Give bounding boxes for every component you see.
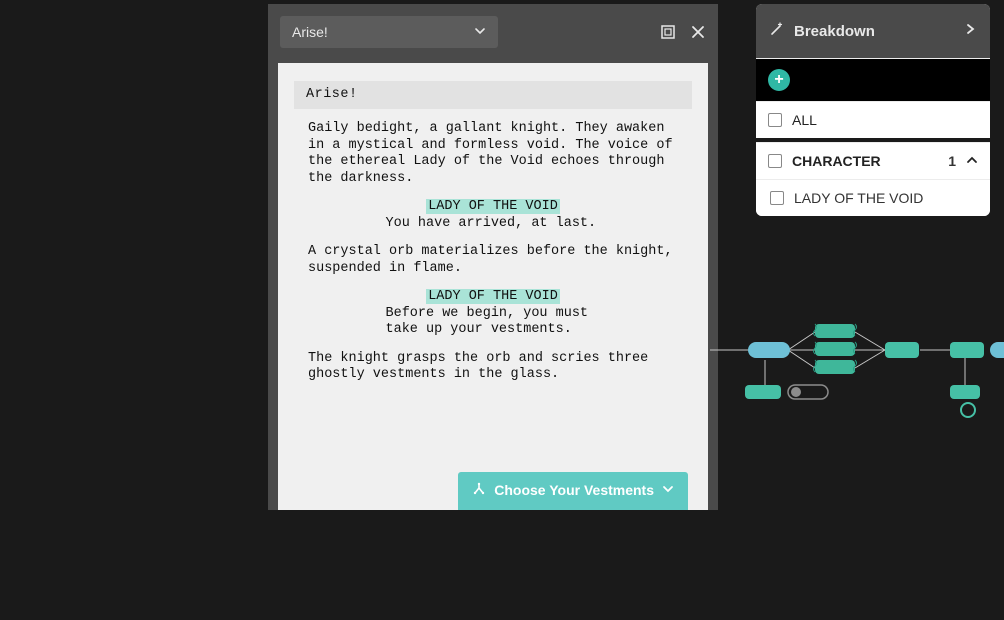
breakdown-category-row[interactable]: CHARACTER 1 bbox=[756, 142, 990, 179]
checkbox[interactable] bbox=[768, 154, 782, 168]
action-block: Gaily bedight, a gallant knight. They aw… bbox=[308, 121, 678, 187]
choose-vestments-button[interactable]: Choose Your Vestments bbox=[458, 472, 688, 510]
add-button[interactable]: + bbox=[768, 69, 790, 91]
breakdown-panel: Breakdown + ALL CHARACTER 1 LADY OF THE … bbox=[756, 4, 990, 216]
script-editor-panel: Arise! Arise! Gaily bedight, a gallant k… bbox=[268, 4, 718, 510]
branch-icon bbox=[472, 482, 486, 500]
breakdown-add-row: + bbox=[756, 58, 990, 101]
editor-header: Arise! bbox=[268, 4, 718, 59]
chevron-down-icon bbox=[662, 482, 674, 499]
character-highlight: LADY OF THE VOID bbox=[426, 289, 560, 304]
scene-selector[interactable]: Arise! bbox=[280, 16, 498, 48]
breakdown-item-label: LADY OF THE VOID bbox=[794, 190, 923, 206]
wand-icon bbox=[770, 22, 784, 40]
close-icon[interactable] bbox=[690, 24, 706, 40]
script-title: Arise! bbox=[294, 81, 692, 109]
breakdown-all-row[interactable]: ALL bbox=[756, 101, 990, 138]
chevron-down-icon bbox=[474, 24, 486, 40]
chevron-right-icon bbox=[964, 22, 976, 40]
choose-vestments-label: Choose Your Vestments bbox=[494, 482, 654, 499]
dialogue-block: Before we begin, you must take up your v… bbox=[364, 306, 623, 339]
action-block: The knight grasps the orb and scries thr… bbox=[308, 351, 678, 384]
action-block: A crystal orb materializes before the kn… bbox=[308, 244, 678, 277]
breakdown-title: Breakdown bbox=[794, 23, 875, 40]
script-page[interactable]: Arise! Gaily bedight, a gallant knight. … bbox=[278, 63, 708, 510]
checkbox[interactable] bbox=[770, 191, 784, 205]
checkbox[interactable] bbox=[768, 113, 782, 127]
chevron-up-icon bbox=[966, 153, 978, 169]
breakdown-category-count: 1 bbox=[948, 153, 956, 169]
frame-icon[interactable] bbox=[660, 24, 676, 40]
dialogue-block: You have arrived, at last. bbox=[364, 216, 623, 232]
character-cue: LADY OF THE VOID bbox=[382, 289, 604, 305]
breakdown-category-label: CHARACTER bbox=[792, 153, 881, 169]
breakdown-header[interactable]: Breakdown bbox=[756, 4, 990, 58]
character-highlight: LADY OF THE VOID bbox=[426, 199, 560, 214]
scene-selector-label: Arise! bbox=[292, 24, 328, 40]
breakdown-item-row[interactable]: LADY OF THE VOID bbox=[756, 179, 990, 216]
editor-header-actions bbox=[660, 24, 706, 40]
character-cue: LADY OF THE VOID bbox=[382, 199, 604, 215]
breakdown-all-label: ALL bbox=[792, 112, 817, 128]
script-body: Gaily bedight, a gallant knight. They aw… bbox=[294, 109, 692, 383]
node-graph[interactable] bbox=[710, 320, 1004, 440]
